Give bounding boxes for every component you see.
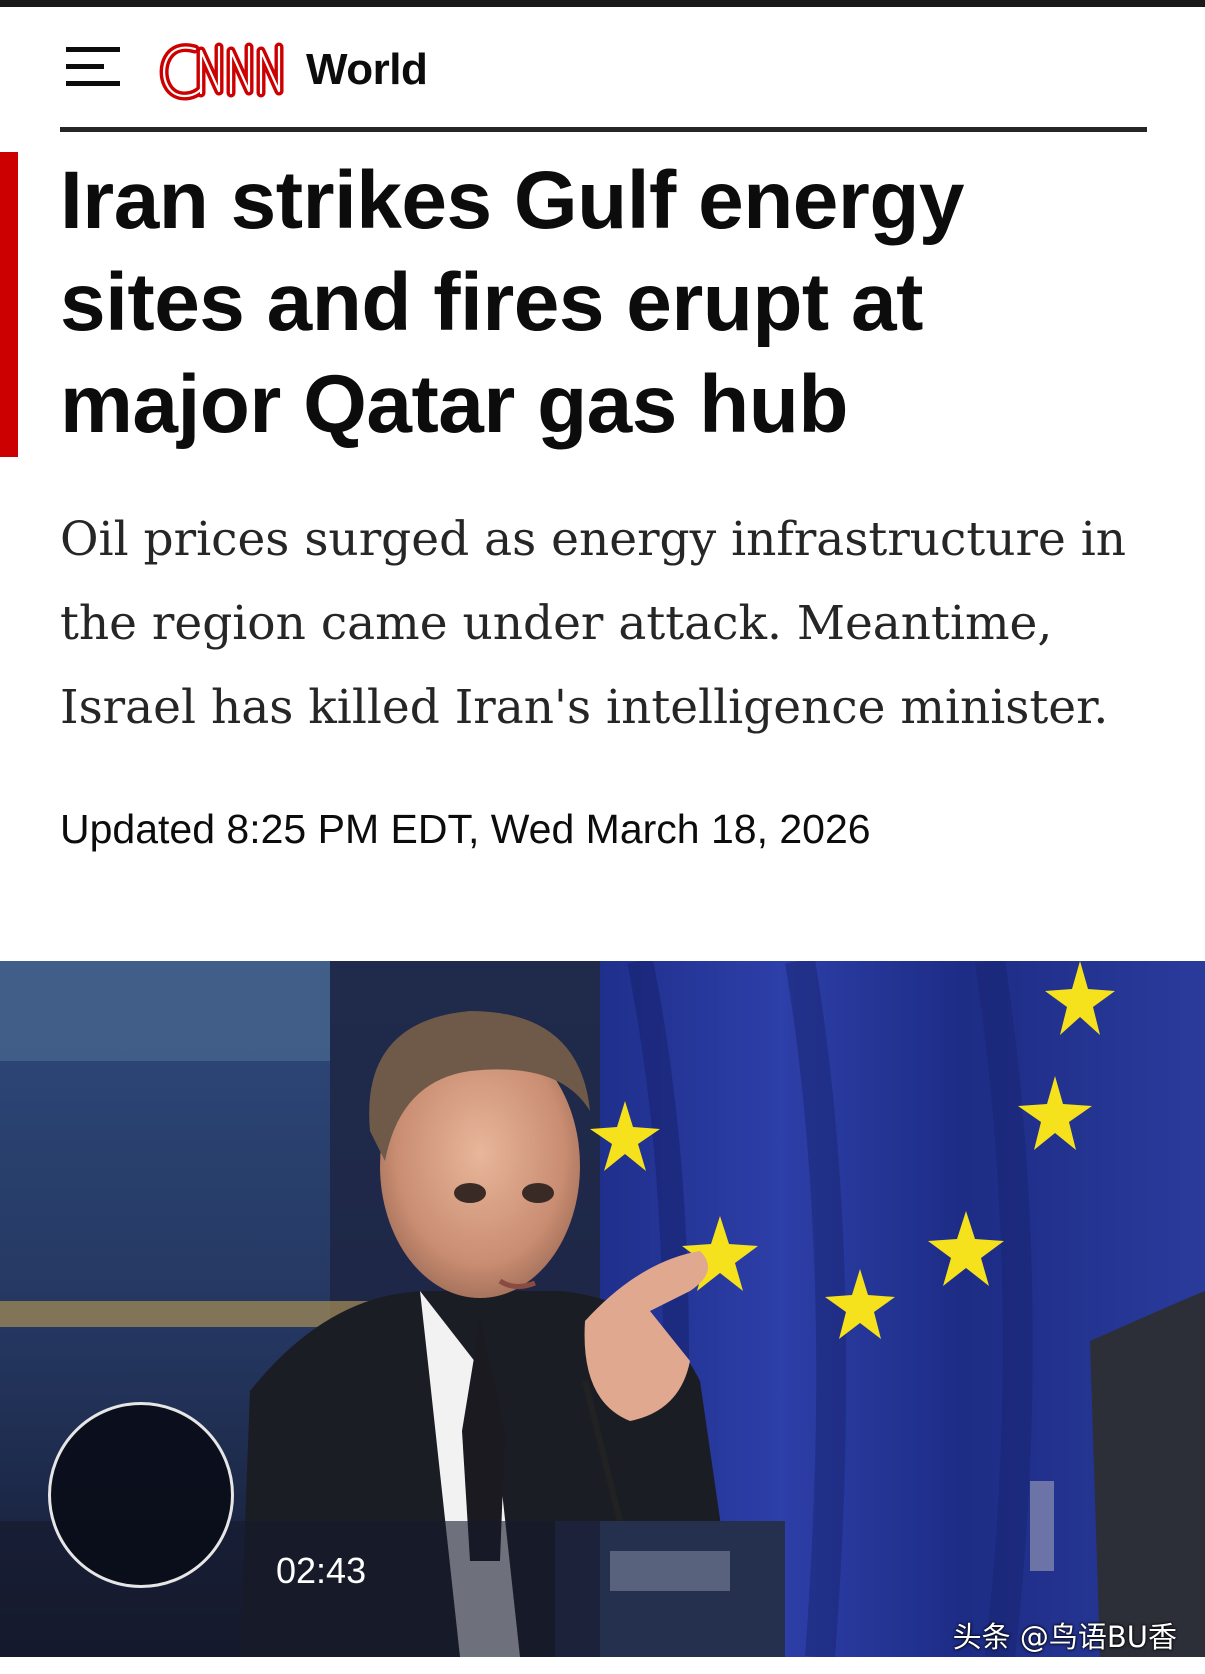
top-edge-bar xyxy=(0,0,1205,7)
watermark-text: 头条 @鸟语BU香 xyxy=(952,1620,1177,1654)
site-header: World xyxy=(0,7,1205,127)
section-title[interactable]: World xyxy=(306,45,428,95)
header-divider xyxy=(60,127,1147,132)
cnn-logo[interactable] xyxy=(155,35,295,107)
video-duration: 02:43 xyxy=(276,1550,367,1591)
play-circle-icon[interactable] xyxy=(48,1402,234,1588)
headline-accent-bar xyxy=(0,152,18,457)
article-summary: Oil prices surged as energy infrastructu… xyxy=(60,512,1127,735)
article-timestamp: Updated 8:25 PM EDT, Wed March 18, 2026 xyxy=(60,806,871,852)
bottom-edge xyxy=(0,1657,1205,1674)
article-headline: Iran strikes Gulf energy sites and fires… xyxy=(60,155,965,450)
hamburger-menu-icon[interactable] xyxy=(64,43,124,91)
